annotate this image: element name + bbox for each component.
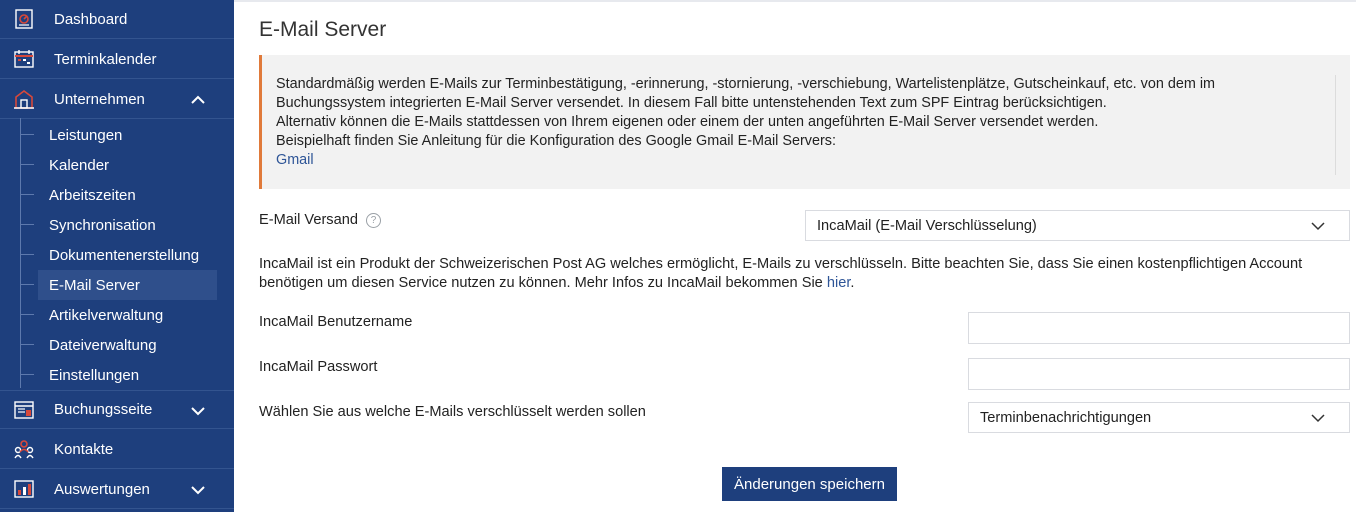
info-text: Standardmäßig werden E-Mails zur Terminb… [276,75,1336,170]
sidebar-item-label: Dashboard [54,10,128,28]
incamail-username-input[interactable] [968,312,1350,344]
tree-tick [20,314,34,315]
sidebar-subitem-kalender[interactable]: Kalender [38,150,217,180]
info-box: Standardmäßig werden E-Mails zur Terminb… [259,55,1350,189]
incamail-password-input[interactable] [968,358,1350,390]
encrypt-emails-select[interactable]: Terminbenachrichtigungen [968,402,1350,433]
chevron-up-icon[interactable] [190,92,206,108]
tree-tick [20,374,34,375]
info-line: Standardmäßig werden E-Mails zur Terminb… [276,76,1216,92]
tree-line [20,118,21,388]
tree-tick [20,344,34,345]
sidebar-subitem-synchronisation[interactable]: Synchronisation [38,210,217,240]
sidebar-subitem-artikelverwaltung[interactable]: Artikelverwaltung [38,300,217,330]
building-icon [14,90,34,109]
sidebar-subitem-label: E-Mail Server [49,276,140,294]
email-versand-label: E-Mail Versand? [259,212,381,228]
info-scrollbar[interactable] [1335,75,1336,175]
sidebar-subitem-label: Artikelverwaltung [49,306,164,324]
booking-page-icon [14,401,34,419]
sidebar-subitem-dateiverwaltung[interactable]: Dateiverwaltung [38,330,217,360]
incamail-description-suffix: . [850,275,855,291]
sidebar-subitem-dokumentenerstellung[interactable]: Dokumentenerstellung [38,240,217,270]
chevron-down-icon [1311,414,1325,423]
info-line: Buchungssystem integrierten E-Mail Serve… [276,95,1107,111]
sidebar-item-auswertungen[interactable]: Auswertungen [0,470,234,509]
sidebar-item-label: Auswertungen [54,480,150,498]
sidebar-subitem-arbeitszeiten[interactable]: Arbeitszeiten [38,180,217,210]
page-title: E-Mail Server [259,18,387,41]
calendar-icon [14,50,34,68]
tree-tick [20,224,34,225]
encrypt-emails-selected: Terminbenachrichtigungen [980,409,1152,426]
sidebar-subitem-einstellungen[interactable]: Einstellungen [38,360,217,390]
sidebar-subitem-email-server[interactable]: E-Mail Server [38,270,217,300]
sidebar-subitem-label: Dokumentenerstellung [49,246,200,264]
chevron-down-icon[interactable] [190,403,206,419]
info-line: Alternativ können die E-Mails stattdesse… [276,114,1099,130]
sidebar-subitem-leistungen[interactable]: Leistungen [38,120,217,150]
email-versand-select[interactable]: IncaMail (E-Mail Verschlüsselung) [805,210,1350,241]
email-versand-label-text: E-Mail Versand [259,212,358,228]
reports-icon [14,480,34,498]
info-line: Beispielhaft finden Sie Anleitung für di… [276,133,836,149]
sidebar-item-label: Unternehmen [54,90,145,108]
sidebar-subitem-label: Einstellungen [49,366,140,384]
encrypt-emails-label: Wählen Sie aus welche E-Mails verschlüss… [259,404,646,420]
sidebar-item-label: Terminkalender [54,50,157,68]
tree-tick [20,254,34,255]
tree-tick [20,194,34,195]
email-versand-selected: IncaMail (E-Mail Verschlüsselung) [817,217,1037,234]
sidebar-item-unternehmen[interactable]: Unternehmen [0,80,234,119]
sidebar-subitem-label: Synchronisation [49,216,156,234]
help-icon[interactable]: ? [365,213,381,228]
incamail-description: IncaMail ist ein Produkt der Schweizeris… [259,255,1339,293]
tree-tick [20,164,34,165]
chevron-down-icon [1311,222,1325,231]
incamail-info-link[interactable]: hier [827,275,851,291]
tree-tick [20,134,34,135]
sidebar: Dashboard Terminkalender Unternehmen Lei… [0,0,234,512]
gmail-link[interactable]: Gmail [276,152,314,168]
sidebar-item-kontakte[interactable]: Kontakte [0,430,234,469]
sidebar-item-terminkalender[interactable]: Terminkalender [0,40,234,79]
tree-tick [20,284,34,285]
top-divider [234,0,1356,2]
sidebar-subitem-label: Kalender [49,156,110,174]
sidebar-item-label: Buchungsseite [54,401,153,418]
sidebar-item-label: Kontakte [54,440,114,458]
incamail-description-text: IncaMail ist ein Produkt der Schweizeris… [259,256,1303,291]
incamail-username-label: IncaMail Benutzername [259,314,413,330]
chevron-down-icon[interactable] [190,482,206,498]
contacts-icon [14,440,34,459]
save-button[interactable]: Änderungen speichern [722,467,897,501]
sidebar-item-buchungsseite[interactable]: Buchungsseite [0,390,234,429]
main-content: E-Mail Server Standardmäßig werden E-Mai… [234,0,1356,512]
sidebar-subitem-label: Dateiverwaltung [49,336,157,354]
dashboard-icon [15,9,33,29]
sidebar-item-dashboard[interactable]: Dashboard [0,0,234,39]
sidebar-subitem-label: Arbeitszeiten [49,186,136,204]
incamail-password-label: IncaMail Passwort [259,359,378,375]
sidebar-subitem-label: Leistungen [49,126,123,144]
